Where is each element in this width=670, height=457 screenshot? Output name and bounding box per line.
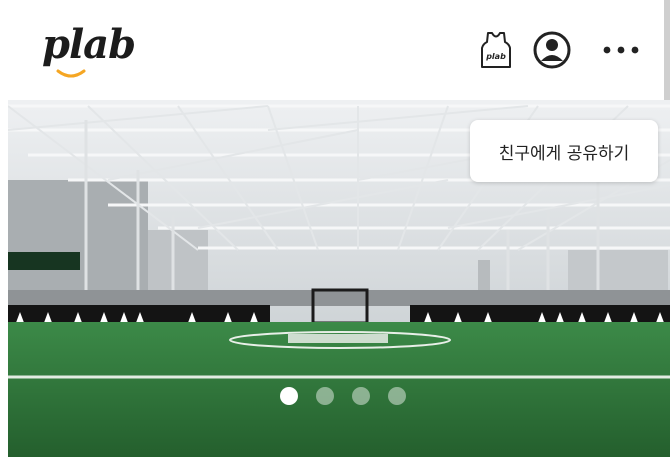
profile-icon[interactable] bbox=[530, 28, 574, 72]
plab-logo[interactable]: plab bbox=[42, 20, 136, 82]
carousel-dot-3[interactable] bbox=[352, 387, 370, 405]
share-with-friends-button[interactable]: 친구에게 공유하기 bbox=[470, 120, 658, 182]
logo-text: plab bbox=[42, 21, 136, 68]
more-dots-icon[interactable] bbox=[596, 28, 646, 72]
carousel-indicator bbox=[280, 387, 406, 405]
logo-smile-icon bbox=[56, 69, 86, 78]
svg-text:plab: plab bbox=[485, 52, 506, 61]
app-header: plab plab bbox=[0, 0, 670, 195]
carousel-dot-4[interactable] bbox=[388, 387, 406, 405]
carousel-dot-1[interactable] bbox=[280, 387, 298, 405]
carousel-dot-2[interactable] bbox=[316, 387, 334, 405]
jersey-icon[interactable]: plab bbox=[474, 28, 518, 72]
